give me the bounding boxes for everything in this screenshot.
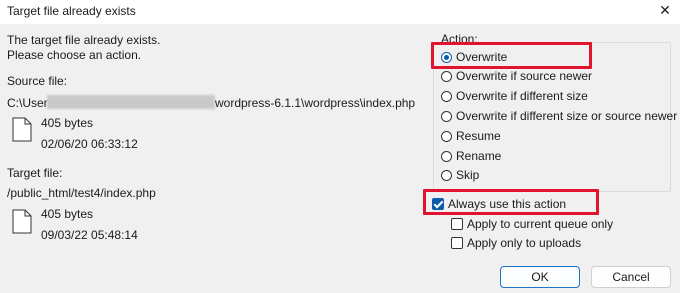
radio-button[interactable] (441, 70, 452, 82)
radio-label: Skip (456, 168, 480, 182)
radio-overwrite-if-newer[interactable]: Overwrite if source newer (441, 68, 592, 84)
checkbox[interactable] (451, 218, 463, 230)
radio-skip[interactable]: Skip (441, 167, 479, 183)
radio-button[interactable] (441, 90, 452, 102)
cancel-button[interactable]: Cancel (591, 266, 671, 288)
dialog-title: Target file already exists (7, 4, 136, 18)
checkbox-apply-to-queue[interactable]: Apply to current queue only (451, 216, 613, 232)
source-path-suffix: wordpress-6.1.1\wordpress\index.php (215, 96, 416, 110)
file-icon (12, 117, 32, 142)
highlight-always-use (423, 189, 599, 215)
source-date: 02/06/20 06:33:12 (41, 137, 138, 151)
radio-label: Rename (456, 149, 502, 163)
radio-label: Resume (456, 129, 501, 143)
ok-button[interactable]: OK (500, 266, 580, 288)
radio-rename[interactable]: Rename (441, 148, 501, 164)
radio-resume[interactable]: Resume (441, 128, 501, 144)
target-path: /public_html/test4/index.php (7, 186, 156, 200)
radio-overwrite-if-different-size[interactable]: Overwrite if different size (441, 88, 588, 104)
message-line-1: The target file already exists. (7, 33, 161, 47)
checkbox-label: Apply to current queue only (467, 217, 614, 231)
title-bar: Target file already exists ✕ (0, 0, 680, 24)
radio-button[interactable] (441, 130, 452, 142)
file-icon (12, 209, 32, 234)
source-size: 405 bytes (41, 116, 94, 130)
message: The target file already exists. Please c… (7, 33, 160, 63)
radio-button[interactable] (441, 169, 452, 181)
radio-label: Overwrite if different size (456, 89, 588, 103)
radio-button[interactable] (441, 110, 452, 122)
redacted-path-segment (47, 95, 215, 109)
source-file-label: Source file: (7, 74, 68, 88)
file-exists-dialog: Target file already exists ✕ The target … (0, 0, 680, 293)
radio-button[interactable] (441, 150, 452, 162)
message-line-2: Please choose an action. (7, 48, 142, 62)
radio-label: Overwrite if different size or source ne… (456, 109, 678, 123)
target-size: 405 bytes (41, 207, 94, 221)
highlight-overwrite (431, 42, 592, 69)
radio-label: Overwrite if source newer (456, 69, 593, 83)
close-icon[interactable]: ✕ (658, 2, 672, 18)
checkbox[interactable] (451, 237, 463, 249)
target-file-label: Target file: (7, 166, 63, 180)
radio-overwrite-if-size-or-newer[interactable]: Overwrite if different size or source ne… (441, 108, 677, 124)
target-date: 09/03/22 05:48:14 (41, 228, 138, 242)
checkbox-apply-to-uploads[interactable]: Apply only to uploads (451, 235, 581, 251)
checkbox-label: Apply only to uploads (467, 236, 582, 250)
